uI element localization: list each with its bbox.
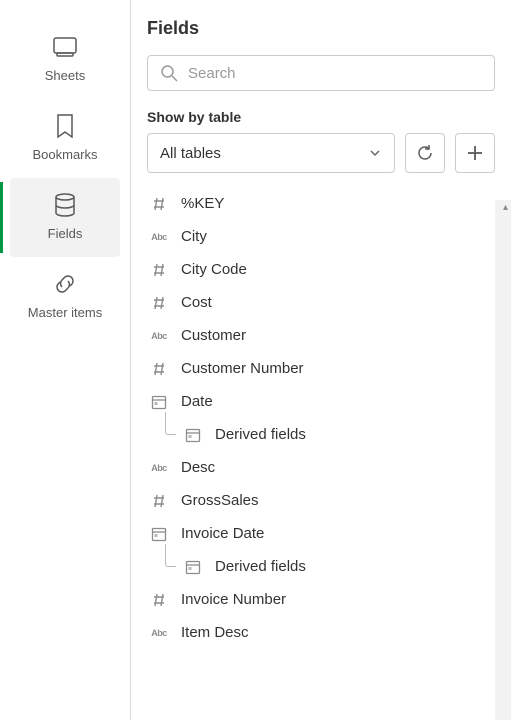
field-name: City — [181, 228, 207, 245]
field-name: Derived fields — [215, 426, 306, 443]
field-row[interactable]: City Code — [147, 253, 495, 286]
sidebar-item-sheets[interactable]: Sheets — [0, 20, 130, 99]
field-row[interactable]: Abc City — [147, 220, 495, 253]
main-panel: Fields Show by table All tables %KEY Abc C… — [131, 0, 511, 720]
field-list[interactable]: %KEY Abc City City Code Cost Abc Customer Custo… — [147, 187, 511, 720]
sidebar-label: Master items — [28, 305, 102, 320]
field-row[interactable]: Derived fields — [147, 550, 495, 583]
text-type-icon: Abc — [147, 628, 171, 638]
field-name: %KEY — [181, 195, 224, 212]
text-type-icon: Abc — [147, 463, 171, 473]
search-box[interactable] — [147, 55, 495, 91]
sidebar-item-fields[interactable]: Fields — [10, 178, 120, 257]
bookmark-icon — [52, 113, 78, 139]
number-type-icon — [147, 295, 171, 311]
sidebar-item-bookmarks[interactable]: Bookmarks — [0, 99, 130, 178]
sidebar-label: Fields — [48, 226, 83, 241]
chevron-down-icon — [368, 146, 382, 160]
field-row[interactable]: Customer Number — [147, 352, 495, 385]
sheets-icon — [52, 34, 78, 60]
field-name: Invoice Date — [181, 525, 264, 542]
add-button[interactable] — [455, 133, 495, 173]
field-name: Customer — [181, 327, 246, 344]
field-row[interactable]: Derived fields — [147, 418, 495, 451]
field-name: Invoice Number — [181, 591, 286, 608]
text-type-icon: Abc — [147, 232, 171, 242]
date-type-icon — [147, 526, 171, 542]
search-icon — [160, 64, 178, 82]
controls-row: All tables — [147, 133, 495, 173]
field-name: Cost — [181, 294, 212, 311]
field-row[interactable]: Abc Desc — [147, 451, 495, 484]
field-name: Date — [181, 393, 213, 410]
number-type-icon — [147, 262, 171, 278]
field-row[interactable]: Abc Item Desc — [147, 616, 495, 649]
field-row[interactable]: %KEY — [147, 187, 495, 220]
date-type-icon — [181, 559, 205, 575]
field-row[interactable]: Invoice Date — [147, 517, 495, 550]
number-type-icon — [147, 361, 171, 377]
field-name: Desc — [181, 459, 215, 476]
table-dropdown[interactable]: All tables — [147, 133, 395, 173]
plus-icon — [466, 144, 484, 162]
number-type-icon — [147, 493, 171, 509]
field-row[interactable]: Date — [147, 385, 495, 418]
date-type-icon — [181, 427, 205, 443]
date-type-icon — [147, 394, 171, 410]
link-icon — [52, 271, 78, 297]
dropdown-value: All tables — [160, 145, 221, 162]
field-name: Customer Number — [181, 360, 304, 377]
sidebar-item-master-items[interactable]: Master items — [0, 257, 130, 336]
search-input[interactable] — [188, 65, 482, 82]
field-name: City Code — [181, 261, 247, 278]
field-row[interactable]: Abc Customer — [147, 319, 495, 352]
sidebar-label: Sheets — [45, 68, 85, 83]
sidebar: Sheets Bookmarks Fields Master items — [0, 0, 131, 720]
number-type-icon — [147, 196, 171, 212]
field-row[interactable]: Cost — [147, 286, 495, 319]
refresh-icon — [415, 143, 435, 163]
scroll-up-arrow[interactable]: ▴ — [503, 202, 508, 213]
number-type-icon — [147, 592, 171, 608]
scrollbar-track[interactable] — [495, 200, 511, 720]
field-row[interactable]: GrossSales — [147, 484, 495, 517]
field-row[interactable]: Invoice Number — [147, 583, 495, 616]
panel-title: Fields — [147, 18, 495, 39]
field-name: GrossSales — [181, 492, 259, 509]
database-icon — [52, 192, 78, 218]
sidebar-label: Bookmarks — [32, 147, 97, 162]
field-name: Derived fields — [215, 558, 306, 575]
refresh-button[interactable] — [405, 133, 445, 173]
text-type-icon: Abc — [147, 331, 171, 341]
field-name: Item Desc — [181, 624, 249, 641]
show-by-label: Show by table — [147, 109, 495, 125]
